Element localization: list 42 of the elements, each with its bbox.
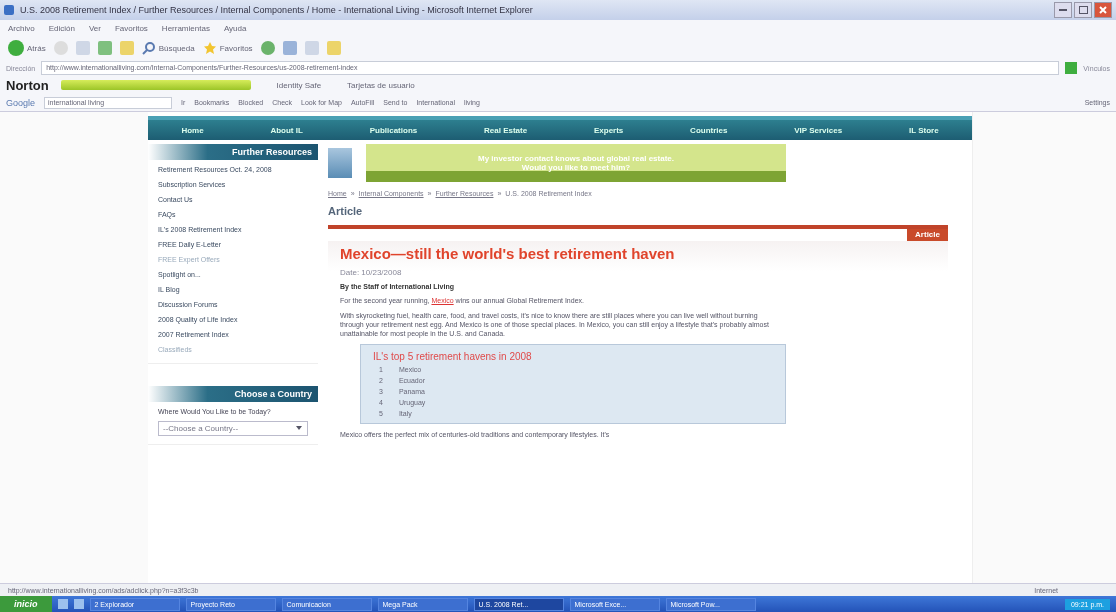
article-tag: Article [907,229,948,241]
menu-item[interactable]: Ver [88,23,101,33]
quick-launch-icon[interactable] [57,599,68,609]
maximize-button[interactable] [1074,2,1092,18]
quick-launch-icon[interactable] [73,599,84,609]
menu-item[interactable]: Edición [48,23,75,33]
nav-link[interactable]: About IL [270,125,303,135]
star-icon [202,41,217,55]
nav-link[interactable]: Countries [690,125,728,135]
nav-link[interactable]: Real Estate [484,125,528,135]
close-button[interactable] [1094,2,1112,18]
nav-link[interactable]: VIP Services [794,125,843,135]
nav-link[interactable]: IL Store [908,125,939,135]
menu-item[interactable]: Favoritos [114,23,148,33]
google-logo: Google [6,97,36,108]
favorites-button[interactable]: Favoritos [202,41,253,55]
country-select[interactable]: --Choose a Country-- [158,421,308,436]
article-title: Mexico—still the world's best retirement haven [340,245,676,262]
go-button[interactable] [1065,62,1078,74]
norton-logo: Norton [6,77,49,93]
menu-item[interactable]: Archivo [8,23,35,33]
nav-link[interactable]: Home [181,125,204,135]
back-button[interactable]: Atrás [8,40,46,56]
menu-item[interactable]: Herramientas [161,23,210,33]
sidebar-header: Further Resources [148,144,318,160]
sidebar-header: Choose a Country [148,386,318,402]
page-heading: Article [328,205,364,217]
menu-item[interactable]: Ayuda [223,23,247,33]
minimize-button[interactable] [1054,2,1072,18]
start-button[interactable]: inicio [0,596,52,612]
nav-link[interactable]: Experts [593,125,624,135]
toolbar-button[interactable]: Identity Safe [262,80,322,90]
article-date: Date: 10/23/2008 [340,268,403,277]
dropdown-arrow-icon[interactable] [295,424,303,432]
search-icon [141,41,156,55]
havens-title: IL's top 5 retirement havens in 2008 [373,351,533,363]
nav-link[interactable]: Publications [369,125,418,135]
browser-icon [4,5,14,15]
toolbar-button[interactable]: Tarjetas de usuario [333,80,415,90]
close-icon [1098,5,1108,15]
window-title: U.S. 2008 Retirement Index / Further Resources / Internal Components / Home - International Living - Microsoft Internet Explorer [20,5,534,15]
search-button[interactable]: Búsqueda [141,41,195,55]
